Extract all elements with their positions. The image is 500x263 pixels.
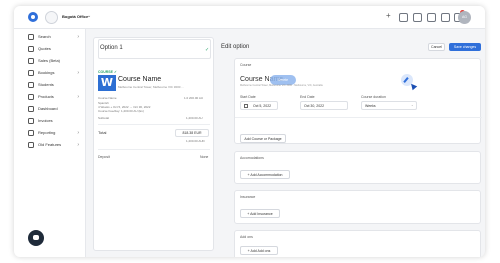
course-fee: Course Fee/day: 1,200.00 AU (Ex) [98, 109, 144, 113]
divider [235, 117, 482, 118]
add-course-button[interactable]: Add Course or Package [240, 134, 286, 143]
app-logo-icon[interactable] [28, 12, 38, 22]
check-icon: ✓ [205, 47, 210, 53]
chevron-down-icon[interactable]: ⌄ [87, 13, 91, 19]
course-panel: Course Course Name Delete Melbourne Cent… [234, 58, 482, 144]
course-panel-title: Course [240, 63, 252, 67]
accommodation-panel: Accomodations + Add Accommodation [234, 151, 481, 184]
subtotal-label: Subtotal [98, 116, 110, 120]
chevron-down-icon[interactable]: ⌄ [411, 103, 414, 107]
option-title: Option 1 [100, 45, 123, 51]
app-window: Bogotá Office ⌄ + AG Search › Quotes Sale… [14, 6, 485, 257]
sidebar-item-search[interactable]: Search › [28, 33, 84, 41]
cursor-icon [408, 81, 418, 91]
quote-icon [28, 46, 34, 52]
page-title: Edit option [221, 44, 250, 50]
office-name[interactable]: Bogotá Office [62, 14, 88, 19]
booking-icon [28, 70, 34, 76]
subtotal-value: 1,200.00 AU [186, 116, 203, 120]
sidebar-item-invoices[interactable]: Invoices [28, 117, 84, 125]
course-tag: COURSE ✓ [98, 70, 117, 74]
calendar-icon[interactable] [399, 13, 408, 22]
total-value: 818.38 EUR [175, 129, 209, 137]
support-chat-button[interactable] [28, 230, 44, 246]
divider [98, 124, 210, 125]
course-address: Melbourne Central Tower, Melbourne VIC 3… [240, 84, 323, 87]
add-addons-button[interactable]: + Add Add ons [240, 246, 278, 255]
reporting-icon [28, 130, 34, 136]
insurance-panel: Insurance + Add Insurance [234, 190, 481, 224]
sidebar-item-reporting[interactable]: Reporting › [28, 129, 84, 137]
sidebar-item-dashboard[interactable]: Dashboard [28, 105, 84, 113]
sidebar-item-quotes[interactable]: Quotes [28, 45, 84, 53]
deposit-value: None [200, 155, 209, 159]
top-bar: Bogotá Office ⌄ + AG [14, 6, 485, 29]
course-logo: W [98, 75, 116, 91]
chat-icon[interactable] [441, 13, 450, 22]
user-avatar[interactable]: AG [458, 11, 471, 24]
line-value: 1.0 200.00 AU [184, 96, 204, 100]
students-icon [28, 82, 34, 88]
accommodation-panel-title: Accomodations [240, 156, 264, 160]
start-date-label: Start Date [240, 95, 256, 99]
old-features-icon [28, 142, 34, 148]
clipboard-icon[interactable] [413, 13, 422, 22]
end-date-label: End Date [300, 95, 315, 99]
divider [98, 149, 210, 150]
add-accommodation-button[interactable]: + Add Accommodation [240, 170, 290, 179]
plus-icon[interactable]: + [386, 11, 391, 21]
total-label: Total [98, 130, 107, 135]
sales-icon [28, 58, 34, 64]
sidebar-item-old-features[interactable]: Old Features › [28, 141, 84, 149]
products-icon [28, 94, 34, 100]
search-icon [28, 34, 34, 40]
course-address: Melbourne Central Tower, Melbourne VIC 3… [118, 85, 184, 89]
sidebar-item-bookings[interactable]: Bookings › [28, 69, 84, 77]
dashboard-icon [28, 106, 34, 112]
course-duration-label: Course duration [361, 95, 386, 99]
cancel-button[interactable]: Cancel [428, 43, 445, 51]
total-sub-value: 1,200.00 AUD [186, 139, 205, 143]
calendar-icon [244, 104, 248, 108]
end-date-field[interactable]: Oct 30, 2022 [300, 101, 348, 110]
sidebar-item-products[interactable]: Products › [28, 93, 84, 101]
course-duration-select[interactable]: Weeks [361, 101, 417, 110]
course-name: Course Name [118, 76, 162, 83]
document-icon[interactable] [427, 13, 436, 22]
addons-panel: Add ons + Add Add ons [234, 230, 481, 257]
save-changes-button[interactable]: Save changes [449, 43, 481, 51]
office-avatar[interactable] [45, 11, 58, 24]
invoice-icon [28, 118, 34, 124]
sidebar-item-sales[interactable]: Sales (Beta) [28, 57, 84, 65]
insurance-panel-title: Insurance [240, 195, 256, 199]
add-insurance-button[interactable]: + Add Insurance [240, 209, 280, 218]
sidebar-item-students[interactable]: Students [28, 81, 84, 89]
deposit-label: Deposit [98, 155, 110, 159]
addons-panel-title: Add ons [240, 235, 253, 239]
line-label: Course Name [98, 96, 117, 100]
start-date-field[interactable]: Oct 5, 2022 [240, 101, 278, 110]
